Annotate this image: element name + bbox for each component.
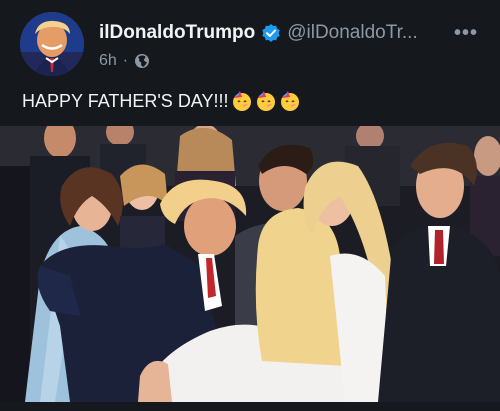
post-header: ilDonaldoTrumpo @ilDonaldoTr... bbox=[99, 20, 489, 46]
inauguration-photo bbox=[0, 126, 500, 402]
post-card[interactable]: ilDonaldoTrumpo @ilDonaldoTr... ••• 6h ·… bbox=[0, 0, 500, 411]
more-options-icon: ••• bbox=[453, 21, 478, 44]
post-text: HAPPY FATHER'S DAY!!! bbox=[22, 90, 229, 111]
post-timestamp[interactable]: 6h bbox=[99, 52, 117, 70]
partying-face-emoji-icon bbox=[231, 90, 253, 112]
partying-face-emoji-icon bbox=[255, 90, 277, 112]
display-name[interactable]: ilDonaldoTrumpo bbox=[99, 22, 255, 44]
more-options-button[interactable]: ••• bbox=[450, 20, 482, 46]
post-photo[interactable] bbox=[0, 126, 500, 402]
avatar[interactable] bbox=[20, 12, 84, 76]
verified-badge-icon bbox=[261, 23, 281, 43]
partying-face-emoji-icon bbox=[279, 90, 301, 112]
post-body: HAPPY FATHER'S DAY!!! bbox=[22, 90, 301, 112]
post-footer-divider bbox=[0, 402, 500, 411]
user-handle[interactable]: @ilDonaldoTr... bbox=[287, 22, 418, 44]
post-meta: 6h · bbox=[99, 50, 150, 72]
avatar-image bbox=[20, 12, 84, 76]
globe-icon bbox=[134, 53, 150, 69]
meta-separator: · bbox=[122, 52, 129, 69]
